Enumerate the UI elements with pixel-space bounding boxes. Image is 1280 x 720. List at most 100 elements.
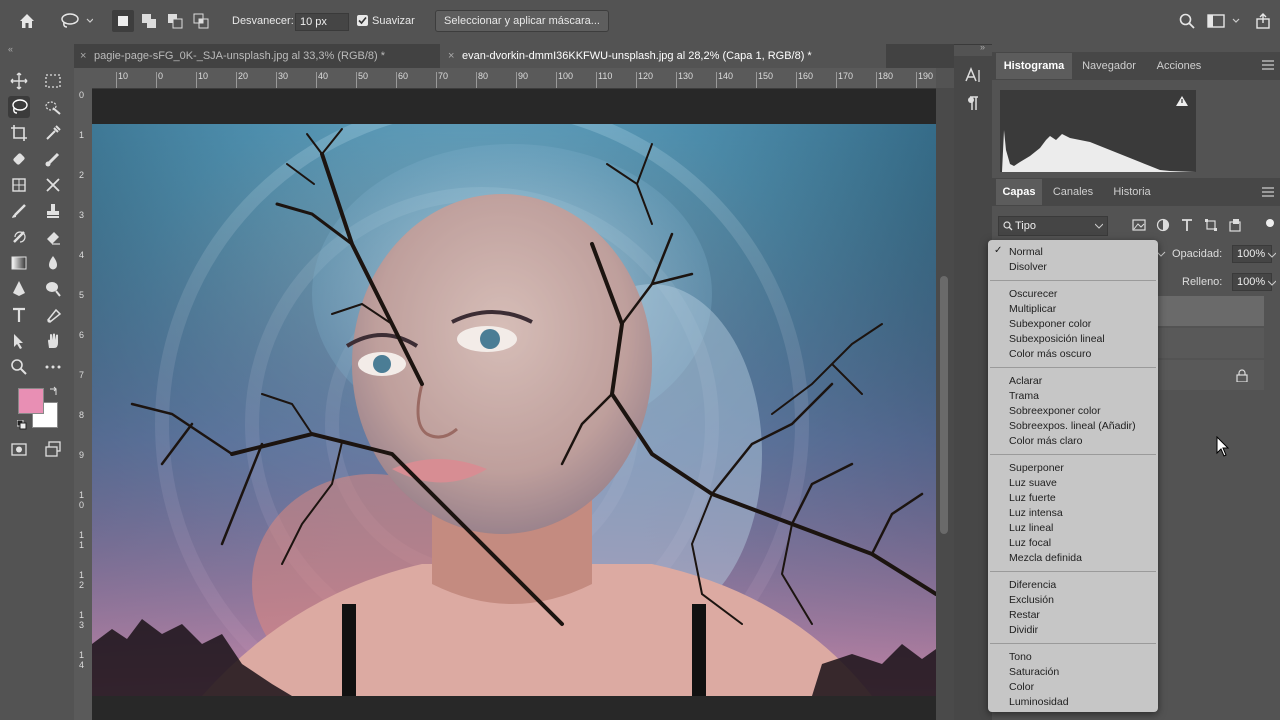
panel-menu-icon[interactable] [1262, 60, 1274, 73]
blend-mode-item[interactable]: Aclarar [1009, 375, 1042, 387]
blend-mode-item[interactable]: Normal [1009, 246, 1043, 258]
fill-chevron-icon[interactable] [1268, 280, 1276, 286]
antialias-checkbox[interactable] [357, 15, 368, 26]
frame-tool-icon[interactable] [8, 174, 30, 196]
subtract-from-selection-icon[interactable] [164, 10, 186, 32]
content-aware-move-icon[interactable] [42, 174, 64, 196]
move-tool-icon[interactable] [8, 70, 30, 92]
shape-layer-filter-icon[interactable] [1204, 218, 1218, 235]
document-tab[interactable]: × pagie-page-sFG_0K-_SJA-unsplash.jpg al … [74, 44, 442, 68]
blur-tool-icon[interactable] [42, 252, 64, 274]
document-image[interactable] [92, 124, 936, 696]
blend-mode-item[interactable]: Luz intensa [1009, 507, 1063, 519]
share-icon[interactable] [1252, 10, 1274, 32]
opacity-input[interactable]: 100% [1232, 245, 1272, 263]
ruler-label: 60 [398, 71, 409, 81]
blend-mode-item[interactable]: Luz lineal [1009, 522, 1053, 534]
pen-tool-icon[interactable] [8, 278, 30, 300]
swap-colors-icon[interactable] [49, 386, 59, 399]
zoom-tool-icon[interactable] [8, 356, 30, 378]
blend-mode-menu[interactable]: ✓ Normal Disolver Oscurecer Multiplicar Subex… [988, 240, 1158, 712]
character-panel-icon[interactable] [964, 66, 982, 87]
close-tab-icon[interactable]: × [448, 44, 462, 68]
quick-mask-icon[interactable] [8, 438, 30, 460]
blend-mode-item[interactable]: Luz fuerte [1009, 492, 1056, 504]
paragraph-panel-icon[interactable] [964, 94, 982, 115]
eraser-tool-icon[interactable] [42, 226, 64, 248]
blend-mode-item[interactable]: Sobreexpos. lineal (Añadir) [1009, 420, 1136, 432]
home-icon[interactable] [16, 10, 38, 32]
blend-mode-item[interactable]: Oscurecer [1009, 288, 1057, 300]
dodge-tool-icon[interactable] [42, 278, 64, 300]
tab-layers[interactable]: Capas [996, 179, 1042, 205]
intersect-selection-icon[interactable] [190, 10, 212, 32]
eyedropper-tool-icon[interactable] [42, 122, 64, 144]
marquee-tool-icon[interactable] [42, 70, 64, 92]
scrollbar-thumb[interactable] [940, 276, 948, 534]
spot-healing-tool-icon[interactable] [8, 148, 30, 170]
workspace-icon[interactable] [1206, 10, 1242, 32]
select-and-mask-button[interactable]: Seleccionar y aplicar máscara... [435, 10, 609, 32]
blend-mode-item[interactable]: Exclusión [1009, 594, 1054, 606]
blend-mode-item[interactable]: Subexponer color [1009, 318, 1091, 330]
blend-mode-item[interactable]: Luminosidad [1009, 696, 1069, 708]
new-selection-icon[interactable] [112, 10, 134, 32]
blend-mode-item[interactable]: Superponer [1009, 462, 1064, 474]
blend-mode-item[interactable]: Disolver [1009, 261, 1047, 273]
fill-input[interactable]: 100% [1232, 273, 1272, 291]
type-tool-icon[interactable] [8, 304, 30, 326]
add-to-selection-icon[interactable] [138, 10, 160, 32]
blend-mode-item[interactable]: Luz focal [1009, 537, 1051, 549]
blend-mode-item[interactable]: Color más claro [1009, 435, 1083, 447]
blend-mode-item[interactable]: Saturación [1009, 666, 1059, 678]
lasso-tool-icon[interactable] [8, 96, 30, 118]
smart-object-filter-icon[interactable] [1228, 218, 1242, 235]
blend-mode-item[interactable]: Restar [1009, 609, 1040, 621]
tab-navigator[interactable]: Navegador [1074, 53, 1144, 79]
collapse-toolbar-icon[interactable]: « [8, 44, 13, 54]
tab-histogram[interactable]: Histograma [996, 53, 1072, 79]
document-tab-active[interactable]: × evan-dvorkin-dmmI36KKFWU-unsplash.jpg a… [440, 44, 886, 68]
blend-mode-item[interactable]: Color [1009, 681, 1034, 693]
pen-path-icon[interactable] [42, 304, 64, 326]
default-colors-icon[interactable] [16, 419, 27, 433]
quick-selection-tool-icon[interactable] [42, 96, 64, 118]
blend-mode-item[interactable]: Diferencia [1009, 579, 1056, 591]
blend-mode-item[interactable]: Dividir [1009, 624, 1038, 636]
tab-actions[interactable]: Acciones [1148, 53, 1210, 79]
layer-filter-select[interactable]: Tipo [998, 216, 1108, 236]
feather-input[interactable]: 10 px [295, 13, 349, 31]
expand-panels-icon[interactable]: » [980, 42, 985, 52]
vertical-scrollbar[interactable] [936, 88, 954, 720]
blend-mode-item[interactable]: Mezcla definida [1009, 552, 1082, 564]
foreground-color-swatch[interactable] [18, 388, 44, 414]
brush-tool-icon[interactable] [42, 148, 64, 170]
close-tab-icon[interactable]: × [80, 44, 94, 68]
blend-mode-item[interactable]: Tono [1009, 651, 1032, 663]
blend-mode-item[interactable]: Color más oscuro [1009, 348, 1091, 360]
paint-brush-icon[interactable] [8, 200, 30, 222]
layers-panel-menu-icon[interactable] [1262, 187, 1274, 200]
screen-mode-icon[interactable] [42, 438, 64, 460]
more-tools-icon[interactable] [42, 356, 64, 378]
hand-tool-icon[interactable] [42, 330, 64, 352]
path-selection-icon[interactable] [8, 330, 30, 352]
blend-mode-item[interactable]: Subexposición lineal [1009, 333, 1105, 345]
filter-toggle-icon[interactable] [1266, 219, 1274, 227]
adjustment-layer-filter-icon[interactable] [1156, 218, 1170, 235]
gradient-tool-icon[interactable] [8, 252, 30, 274]
tab-channels[interactable]: Canales [1046, 179, 1100, 205]
clone-stamp-tool-icon[interactable] [42, 200, 64, 222]
blend-mode-item[interactable]: Trama [1009, 390, 1039, 402]
type-layer-filter-icon[interactable] [1180, 218, 1194, 235]
search-icon[interactable] [1176, 10, 1198, 32]
tab-history[interactable]: Historia [1102, 179, 1162, 205]
crop-tool-icon[interactable] [8, 122, 30, 144]
pixel-layer-filter-icon[interactable] [1132, 218, 1146, 235]
history-brush-icon[interactable] [8, 226, 30, 248]
lasso-tool-preset-icon[interactable] [58, 10, 94, 32]
opacity-chevron-icon[interactable] [1268, 252, 1276, 258]
blend-mode-item[interactable]: Luz suave [1009, 477, 1057, 489]
blend-mode-item[interactable]: Multiplicar [1009, 303, 1056, 315]
blend-mode-item[interactable]: Sobreexponer color [1009, 405, 1101, 417]
